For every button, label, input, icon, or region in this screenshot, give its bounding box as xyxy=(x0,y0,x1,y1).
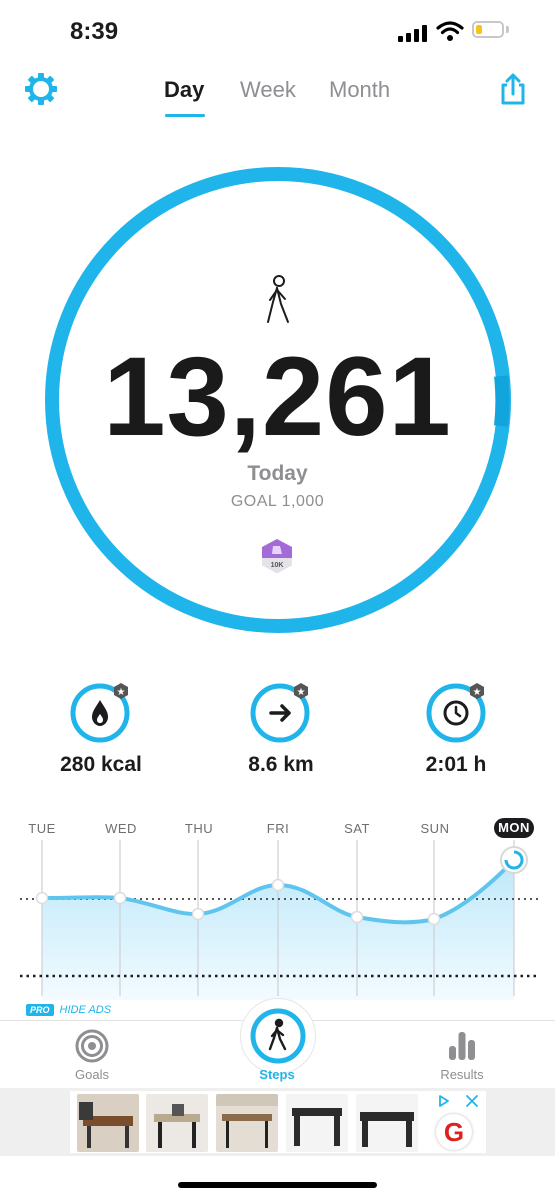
day-label-fri[interactable]: FRI xyxy=(250,821,306,836)
point-wed xyxy=(113,891,127,905)
period-label: Today xyxy=(247,462,308,485)
day-label-sun[interactable]: SUN xyxy=(407,821,463,836)
tab-day[interactable]: Day xyxy=(164,77,204,103)
step-count: 13,261 xyxy=(103,334,452,459)
day-label-tue[interactable]: TUE xyxy=(14,821,70,836)
hide-ads-text: HIDE ADS xyxy=(59,1004,112,1016)
weekly-step-chart xyxy=(20,840,540,1000)
gear-icon[interactable] xyxy=(24,72,58,106)
svg-text:★: ★ xyxy=(473,687,482,698)
ad-product-image[interactable] xyxy=(356,1094,418,1152)
battery-nub xyxy=(506,26,509,33)
tab-steps[interactable]: Steps xyxy=(232,1067,322,1082)
10k-badge-icon[interactable]: 10K xyxy=(259,538,295,574)
ad-logo-letter: G xyxy=(443,1117,465,1147)
ad-logo[interactable]: G xyxy=(436,1114,472,1150)
close-icon[interactable] xyxy=(464,1094,480,1108)
target-icon[interactable] xyxy=(74,1028,110,1064)
day-label-thu[interactable]: THU xyxy=(171,821,227,836)
goal-label: GOAL 1,000 xyxy=(230,493,325,510)
point-sun xyxy=(427,912,441,926)
tab-month[interactable]: Month xyxy=(329,77,390,103)
ad-product-image[interactable] xyxy=(286,1094,348,1152)
calories-value: 280 kcal xyxy=(60,753,142,776)
point-sat xyxy=(350,910,364,924)
ad-product-image[interactable] xyxy=(216,1094,278,1152)
day-label-sat[interactable]: SAT xyxy=(329,821,385,836)
calories-stat-icon[interactable]: ★ xyxy=(69,680,135,746)
walker-icon[interactable] xyxy=(249,1007,307,1065)
bar-chart-icon[interactable] xyxy=(444,1028,480,1064)
wifi-icon xyxy=(436,21,464,41)
day-label-mon[interactable]: MON xyxy=(494,818,534,838)
duration-stat-icon[interactable]: ★ xyxy=(425,680,491,746)
day-label-wed[interactable]: WED xyxy=(93,821,149,836)
battery-icon xyxy=(472,21,504,38)
adchoices-icon[interactable] xyxy=(438,1094,460,1108)
tab-goals[interactable]: Goals xyxy=(47,1067,137,1082)
ad-product-image[interactable] xyxy=(146,1094,208,1152)
duration-value: 2:01 h xyxy=(425,753,487,776)
tab-week[interactable]: Week xyxy=(240,77,296,103)
svg-text:★: ★ xyxy=(117,687,126,698)
walker-icon xyxy=(267,275,289,323)
distance-stat-icon[interactable]: ★ xyxy=(249,680,315,746)
hide-ads-promo[interactable]: PRO HIDE ADS xyxy=(26,1004,111,1016)
point-fri xyxy=(271,878,285,892)
ad-product-image[interactable] xyxy=(77,1094,139,1152)
share-icon[interactable] xyxy=(496,72,530,106)
distance-value: 8.6 km xyxy=(248,753,314,776)
tab-active-indicator xyxy=(165,114,205,117)
pro-tag: PRO xyxy=(26,1004,54,1016)
point-thu xyxy=(191,907,205,921)
cellular-signal-icon xyxy=(398,24,427,42)
home-indicator[interactable] xyxy=(178,1182,377,1188)
point-tue xyxy=(35,891,49,905)
status-time: 8:39 xyxy=(70,18,119,45)
svg-text:★: ★ xyxy=(297,687,306,698)
badge-text: 10K xyxy=(271,562,284,569)
tab-results[interactable]: Results xyxy=(417,1067,507,1082)
